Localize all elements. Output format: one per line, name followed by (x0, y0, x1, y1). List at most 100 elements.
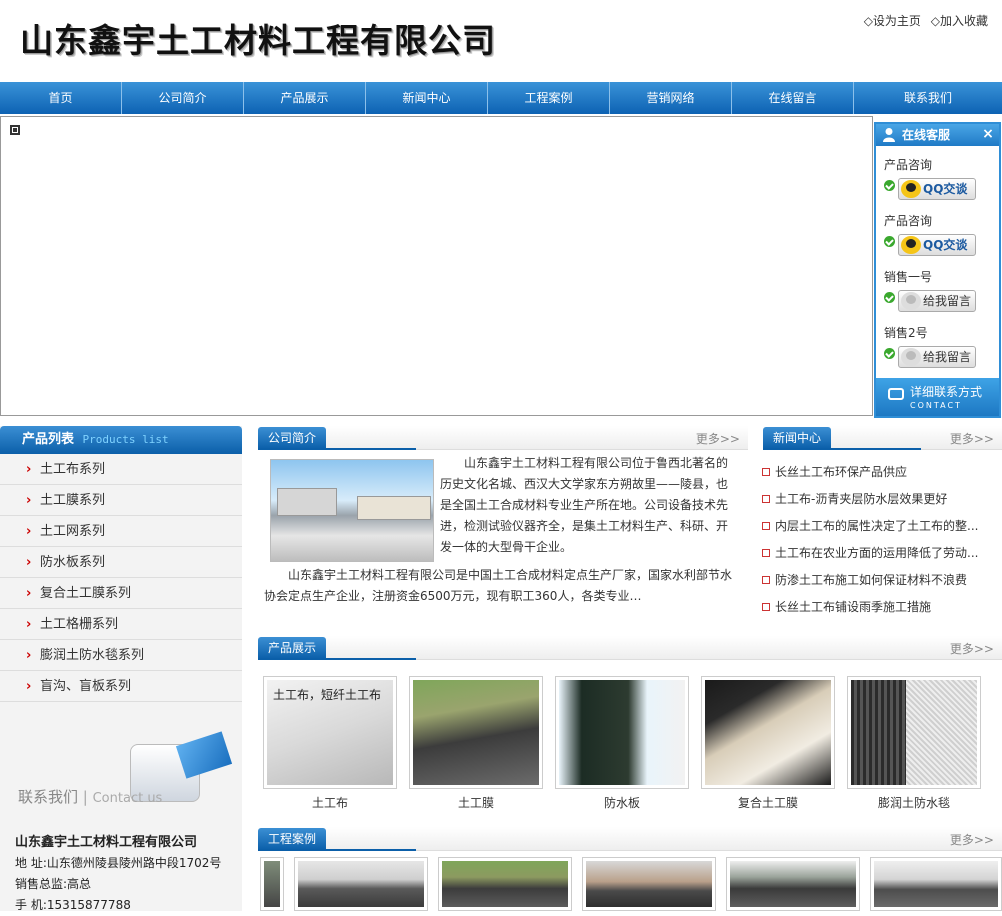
sidebar-item-bentonite-blanket[interactable]: 膨润土防水毯系列 (0, 640, 242, 671)
product-image[interactable] (847, 676, 981, 789)
product-name[interactable]: 膨润土防水毯 (847, 794, 981, 811)
tab-underline (763, 448, 921, 450)
waterproof-board-photo (559, 680, 685, 785)
service-label: 销售2号 (884, 326, 928, 340)
news-item[interactable]: 防渗土工布施工如何保证材料不浪费 (762, 568, 992, 595)
online-service-panel: 在线客服 × 产品咨询 QQ交谈 产品咨询 QQ交谈 销售一号 给我留言 销售2… (874, 122, 1001, 418)
contact-phone: 手 机:15315877788 (15, 898, 131, 912)
sidebar-item-blind-ditch[interactable]: 盲沟、盲板系列 (0, 671, 242, 702)
service-row: QQ交谈 (884, 176, 999, 210)
qq-icon (901, 236, 921, 254)
contact-title-en: Contact us (92, 791, 163, 806)
building-shape (357, 496, 431, 520)
product-name[interactable]: 土工布 (263, 794, 397, 811)
online-status-icon (884, 180, 895, 191)
sidebar-item-geomembrane[interactable]: 土工膜系列 (0, 485, 242, 516)
products-more-link[interactable]: 更多>> (950, 640, 994, 657)
service-label: 销售一号 (884, 270, 933, 284)
blanket-layer (906, 680, 977, 785)
case-image[interactable] (260, 857, 284, 911)
product-card[interactable]: 膨润土防水毯 (847, 676, 981, 811)
contact-address: 地 址:山东德州陵县陵州路中段1702号 (15, 856, 222, 870)
product-card[interactable]: 土工布，短纤土工布 土工布 (263, 676, 397, 811)
add-favorite-link[interactable]: ◇加入收藏 (931, 14, 988, 28)
product-image-caption: 土工布，短纤土工布 (273, 688, 382, 702)
service-title: 在线客服 (902, 128, 951, 142)
product-card[interactable]: 防水板 (555, 676, 689, 811)
case-image[interactable] (726, 857, 860, 911)
product-name[interactable]: 防水板 (555, 794, 689, 811)
chat-bubble-icon (888, 388, 904, 400)
about-more-link[interactable]: 更多>> (696, 430, 740, 447)
products-list-header: 产品列表 Products list (0, 426, 242, 454)
nav-marketing[interactable]: 营销网络 (610, 82, 732, 114)
sidebar-item-geogrid[interactable]: 土工格栅系列 (0, 609, 242, 640)
product-image[interactable] (409, 676, 543, 789)
left-sidebar: 产品列表 Products list 土工布系列 土工膜系列 土工网系列 防水板… (0, 426, 242, 912)
sidebar-item-waterproof-board[interactable]: 防水板系列 (0, 547, 242, 578)
product-image[interactable] (701, 676, 835, 789)
product-name[interactable]: 土工膜 (409, 794, 543, 811)
nav-home[interactable]: 首页 (0, 82, 122, 114)
case-photo (586, 861, 712, 907)
tab-about[interactable]: 公司简介 (258, 427, 327, 449)
nav-contact[interactable]: 联系我们 (854, 82, 1002, 114)
contact-company: 山东鑫宇土工材料工程有限公司 (15, 835, 198, 850)
tab-cases[interactable]: 工程案例 (258, 828, 327, 850)
case-image[interactable] (870, 857, 1002, 911)
case-image[interactable] (438, 857, 572, 911)
company-photo[interactable] (270, 459, 434, 562)
leave-message-button[interactable]: 给我留言 (898, 290, 976, 312)
contact-sales: 销售总监:高总 (15, 877, 92, 891)
close-icon[interactable]: × (981, 126, 995, 142)
news-item[interactable]: 土工布在农业方面的运用降低了劳动... (762, 541, 992, 568)
geomembrane-photo (413, 680, 539, 785)
composite-geomembrane-photo (705, 680, 831, 785)
message-icon (901, 292, 921, 310)
tab-news[interactable]: 新闻中心 (763, 427, 832, 449)
news-item[interactable]: 长丝土工布铺设雨季施工措施 (762, 595, 992, 622)
news-item[interactable]: 内层土工布的属性决定了土工布的整... (762, 514, 992, 541)
message-icon (901, 348, 921, 366)
qq-chat-button[interactable]: QQ交谈 (898, 234, 976, 256)
news-item[interactable]: 长丝土工布环保产品供应 (762, 460, 992, 487)
products-list-title: 产品列表 (22, 432, 75, 447)
tab-underline (258, 448, 416, 450)
service-header: 在线客服 × (876, 124, 999, 146)
about-section-header: 公司简介 更多>> (258, 426, 748, 450)
nav-products[interactable]: 产品展示 (244, 82, 366, 114)
case-image[interactable] (582, 857, 716, 911)
envelope-icon (175, 731, 233, 779)
contact-title: 联系我们 | Contact us (18, 788, 163, 806)
qq-chat-button[interactable]: QQ交谈 (898, 178, 976, 200)
product-card[interactable]: 土工膜 (409, 676, 543, 811)
sidebar-item-composite-geomembrane[interactable]: 复合土工膜系列 (0, 578, 242, 609)
detailed-contact-button[interactable]: 详细联系方式 CONTACT (876, 378, 999, 416)
products-list-title-en: Products list (82, 433, 169, 446)
company-logo[interactable]: 山东鑫宇土工材料工程有限公司 (20, 14, 496, 62)
product-image[interactable] (555, 676, 689, 789)
building-shape (277, 488, 337, 516)
sidebar-item-geotextile[interactable]: 土工布系列 (0, 454, 242, 485)
sidebar-item-geonet[interactable]: 土工网系列 (0, 516, 242, 547)
product-card[interactable]: 复合土工膜 (701, 676, 835, 811)
service-row: 给我留言 (884, 288, 999, 322)
leave-message-button[interactable]: 给我留言 (898, 346, 976, 368)
user-icon (883, 128, 895, 142)
nav-about[interactable]: 公司简介 (122, 82, 244, 114)
case-image[interactable] (294, 857, 428, 911)
news-more-link[interactable]: 更多>> (950, 430, 994, 447)
tab-underline (258, 849, 416, 851)
contact-info: 山东鑫宇土工材料工程有限公司 地 址:山东德州陵县陵州路中段1702号 销售总监… (15, 832, 221, 916)
news-list: 长丝土工布环保产品供应 土工布-沥青夹层防水层效果更好 内层土工布的属性决定了土… (762, 460, 992, 622)
nav-message[interactable]: 在线留言 (732, 82, 854, 114)
product-name[interactable]: 复合土工膜 (701, 794, 835, 811)
cases-more-link[interactable]: 更多>> (950, 831, 994, 848)
set-homepage-link[interactable]: ◇设为主页 (864, 14, 921, 28)
nav-cases[interactable]: 工程案例 (488, 82, 610, 114)
nav-news[interactable]: 新闻中心 (366, 82, 488, 114)
news-item[interactable]: 土工布-沥青夹层防水层效果更好 (762, 487, 992, 514)
leave-message-label: 给我留言 (923, 294, 972, 308)
tab-products[interactable]: 产品展示 (258, 637, 327, 659)
product-image[interactable]: 土工布，短纤土工布 (263, 676, 397, 789)
